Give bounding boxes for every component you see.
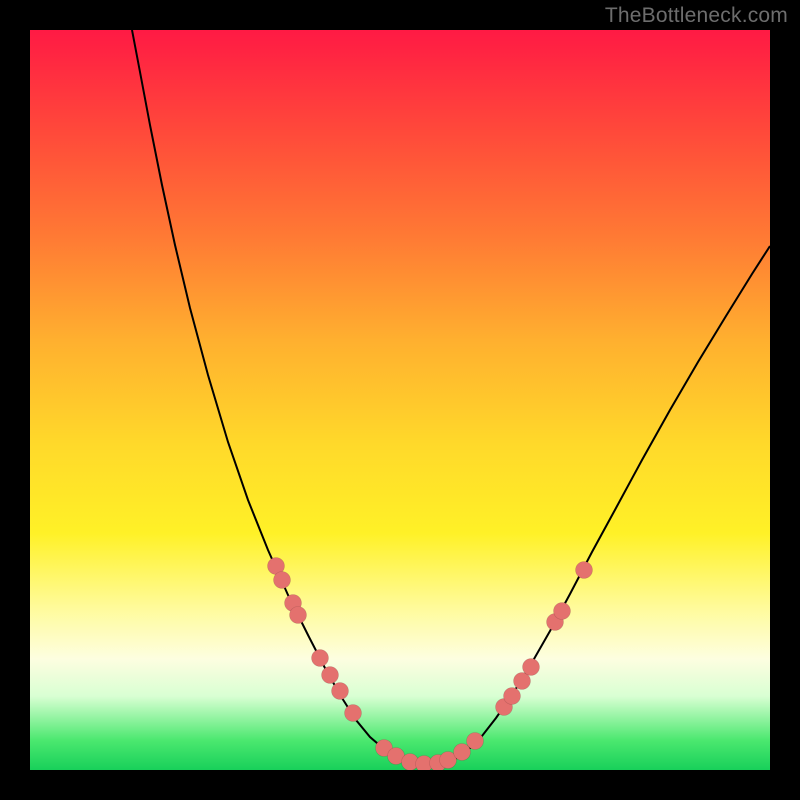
- data-point: [576, 562, 593, 579]
- watermark-text: TheBottleneck.com: [605, 4, 788, 28]
- data-point: [345, 705, 362, 722]
- data-point: [274, 572, 291, 589]
- data-point: [332, 683, 349, 700]
- data-point: [523, 659, 540, 676]
- bottleneck-curve: [132, 30, 770, 766]
- data-point: [504, 688, 521, 705]
- data-point: [322, 667, 339, 684]
- data-point: [312, 650, 329, 667]
- plot-area: [30, 30, 770, 770]
- data-point: [290, 607, 307, 624]
- data-markers: [268, 558, 593, 771]
- data-point: [554, 603, 571, 620]
- data-point: [467, 733, 484, 750]
- outer-frame: TheBottleneck.com: [0, 0, 800, 800]
- chart-svg: [30, 30, 770, 770]
